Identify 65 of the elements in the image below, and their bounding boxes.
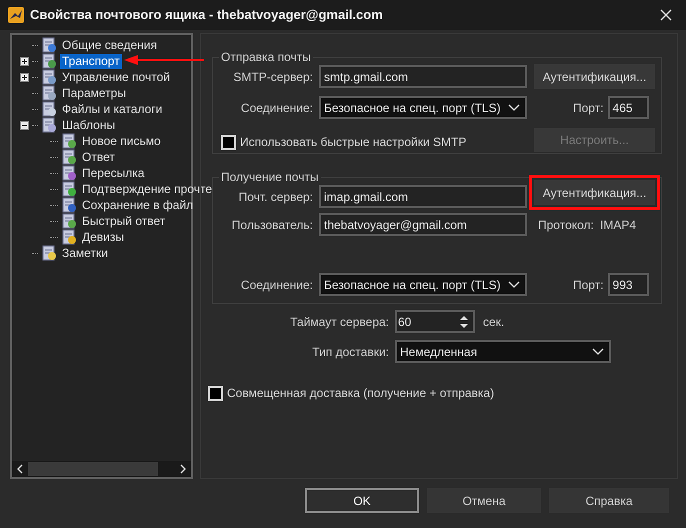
dialog-button[interactable]: Справка [549,488,669,513]
dropdown[interactable]: Немедленная [395,340,611,363]
field-label: Тип доставки: [312,344,389,360]
group-title: Получение почты [221,170,319,184]
expand-icon[interactable] [20,56,29,66]
spin-arrows-icon[interactable] [459,314,469,330]
document-icon [61,197,77,213]
button[interactable]: Аутентификация... [534,180,655,205]
tree-item[interactable]: Шаблоны [60,118,118,132]
dropdown[interactable]: Безопасное на спец. порт (TLS) [319,273,527,296]
dialog-button[interactable]: OK [305,488,419,513]
document-icon [61,149,77,165]
tree-item[interactable]: Девизы [80,230,126,244]
field-label: Таймаут сервера: [290,314,389,330]
chevron-down-icon [508,104,520,112]
group-title: Отправка почты [221,50,311,64]
checkbox-label: Использовать быстрые настройки SMTP [240,134,466,151]
field-label: Порт: [573,276,605,294]
button[interactable]: Аутентификация... [534,64,655,89]
dialog-button[interactable]: Отмена [427,488,541,513]
tree-item[interactable]: Сохранение в файл [80,198,196,212]
field-label: Протокол: [538,216,595,234]
document-icon [61,181,77,197]
tree-item[interactable]: Управление почтой [60,70,172,84]
tree-item[interactable]: Ответ [80,150,117,164]
field-label: SMTP-сервер: [233,68,313,86]
text-field[interactable]: thebatvoyager@gmail.com [319,213,527,236]
port-field[interactable]: 993 [608,273,649,296]
document-icon [61,133,77,149]
chevron-down-icon [592,348,604,356]
tree-item[interactable]: Заметки [60,246,110,260]
field-label: Соединение: [240,276,313,294]
text-field[interactable]: smtp.gmail.com [319,65,527,88]
scrollbar-thumb[interactable] [28,462,158,476]
tree-item[interactable]: Пересылка [80,166,146,180]
tree-item[interactable]: Файлы и каталоги [60,102,164,116]
dropdown[interactable]: Безопасное на спец. порт (TLS) [319,96,527,119]
number-spinner[interactable]: 60 [395,310,475,333]
close-icon [660,9,672,21]
chevron-down-icon [508,280,520,288]
horizontal-scrollbar[interactable] [12,461,191,477]
window-title: Свойства почтового ящика - thebatvoyager@gmail.com [30,6,383,24]
field-label: Порт: [573,100,605,116]
tree-item[interactable]: Подтверждение прочте [80,182,214,196]
document-icon [61,165,77,181]
port-field[interactable]: 465 [608,96,649,119]
checkbox[interactable] [221,134,236,150]
field-label: Пользователь: [232,216,313,234]
tree-item[interactable]: Новое письмо [80,134,163,148]
unit-label: сек. [483,314,504,330]
checkbox-label: Совмещенная доставка (получение + отправка) [227,385,494,402]
tree-item[interactable]: Транспорт [60,54,122,68]
collapse-icon[interactable] [20,120,29,130]
protocol-value: IMAP4 [600,216,636,234]
text-field[interactable]: imap.gmail.com [319,185,527,208]
document-icon [61,213,77,229]
bat-logo-icon [8,7,24,23]
tree-item[interactable]: Общие сведения [60,38,159,52]
expand-icon[interactable] [20,72,29,82]
document-icon [61,229,77,245]
field-label: Соединение: [240,100,313,116]
field-label: Почт. сервер: [238,188,313,206]
tree-item[interactable]: Параметры [60,86,128,100]
checkbox[interactable] [208,386,223,400]
tree-item[interactable]: Быстрый ответ [80,214,168,228]
